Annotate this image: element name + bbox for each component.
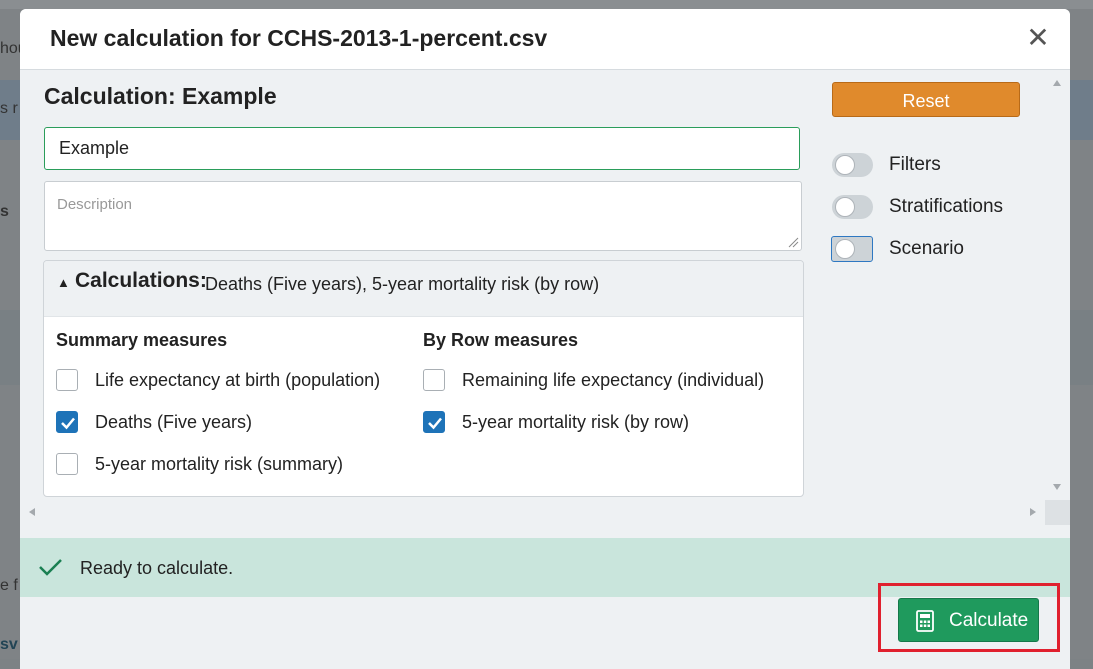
background-header-band — [0, 0, 1093, 9]
checkbox[interactable] — [423, 411, 445, 433]
checkbox-label: 5-year mortality risk (by row) — [462, 412, 690, 432]
checkbox[interactable] — [423, 369, 445, 391]
toggle-stratifications[interactable]: Stratifications — [832, 195, 1032, 225]
checkbox-remaining-life-expectancy[interactable]: Remaining life expectancy (individual) — [423, 369, 793, 395]
description-textarea[interactable] — [44, 181, 802, 251]
checkbox-label: Deaths (Five years) — [95, 412, 253, 432]
checkbox[interactable] — [56, 453, 78, 475]
calculations-panel-header[interactable]: ▲ Calculations: Deaths (Five years), 5-y… — [44, 261, 803, 317]
background-text-fragment: e f — [0, 577, 18, 594]
scrollbar-arrows-icon[interactable] — [20, 500, 1045, 525]
modal-body: Calculation: Example ▲ Calculations: Dea… — [20, 70, 1045, 500]
close-button[interactable]: ✕ — [1026, 23, 1050, 53]
calculator-icon — [916, 610, 934, 632]
background-text-fragment: s r — [0, 100, 18, 117]
checkbox-mortality-risk-summary[interactable]: 5-year mortality risk (summary) — [56, 453, 406, 479]
checkbox-label: 5-year mortality risk (summary) — [95, 454, 344, 474]
calculation-name-input[interactable] — [44, 127, 800, 170]
calculations-title: Calculations: — [75, 269, 207, 292]
checkmark-icon — [428, 417, 442, 430]
toggle-knob — [835, 155, 855, 175]
by-row-measures-header: By Row measures — [423, 330, 579, 350]
summary-measures-header: Summary measures — [56, 330, 228, 350]
background-text-fragment: s — [0, 203, 9, 220]
checkbox-label: Life expectancy at birth (population) — [95, 370, 381, 390]
horizontal-scrollbar[interactable] — [20, 500, 1045, 525]
toggle-label: Filters — [889, 154, 941, 175]
checkbox-life-expectancy-population[interactable]: Life expectancy at birth (population) — [56, 369, 406, 395]
check-icon — [39, 559, 62, 576]
toggle-knob — [835, 239, 855, 259]
vertical-scrollbar[interactable] — [1045, 70, 1070, 500]
reset-button[interactable]: Reset — [832, 82, 1020, 117]
modal-header: New calculation for CCHS-2013-1-percent.… — [20, 9, 1070, 70]
calculations-panel: ▲ Calculations: Deaths (Five years), 5-y… — [43, 260, 804, 497]
collapse-caret-icon[interactable]: ▲ — [57, 275, 70, 290]
close-icon: ✕ — [1026, 22, 1050, 53]
scrollbar-corner — [1045, 500, 1070, 525]
status-bar: Ready to calculate. — [20, 538, 1070, 597]
toggle-switch[interactable] — [832, 195, 873, 219]
checkbox-mortality-risk-by-row[interactable]: 5-year mortality risk (by row) — [423, 411, 793, 437]
toggle-filters[interactable]: Filters — [832, 153, 1032, 183]
toggle-switch[interactable] — [831, 236, 873, 262]
checkbox[interactable] — [56, 411, 78, 433]
toggle-switch[interactable] — [832, 153, 873, 177]
new-calculation-modal: New calculation for CCHS-2013-1-percent.… — [20, 9, 1070, 669]
checkmark-icon — [61, 417, 75, 430]
status-text: Ready to calculate. — [80, 558, 234, 578]
calculate-label: Calculate — [949, 610, 1029, 631]
calculation-heading: Calculation: Example — [44, 83, 277, 109]
toggle-label: Scenario — [889, 238, 964, 259]
background-text-fragment: sv — [0, 636, 18, 653]
resize-grip-icon[interactable] — [788, 237, 799, 248]
modal-title: New calculation for CCHS-2013-1-percent.… — [50, 25, 548, 51]
calculations-summary: Deaths (Five years), 5-year mortality ri… — [205, 274, 600, 294]
toggle-scenario[interactable]: Scenario — [831, 236, 1032, 267]
checkbox[interactable] — [56, 369, 78, 391]
checkbox-label: Remaining life expectancy (individual) — [462, 370, 765, 390]
calculate-button[interactable]: Calculate — [898, 598, 1039, 642]
checkbox-deaths-five-years[interactable]: Deaths (Five years) — [56, 411, 406, 437]
toggle-knob — [835, 197, 855, 217]
toggle-label: Stratifications — [889, 196, 1004, 217]
scrollbar-arrows-icon[interactable] — [1045, 70, 1070, 500]
